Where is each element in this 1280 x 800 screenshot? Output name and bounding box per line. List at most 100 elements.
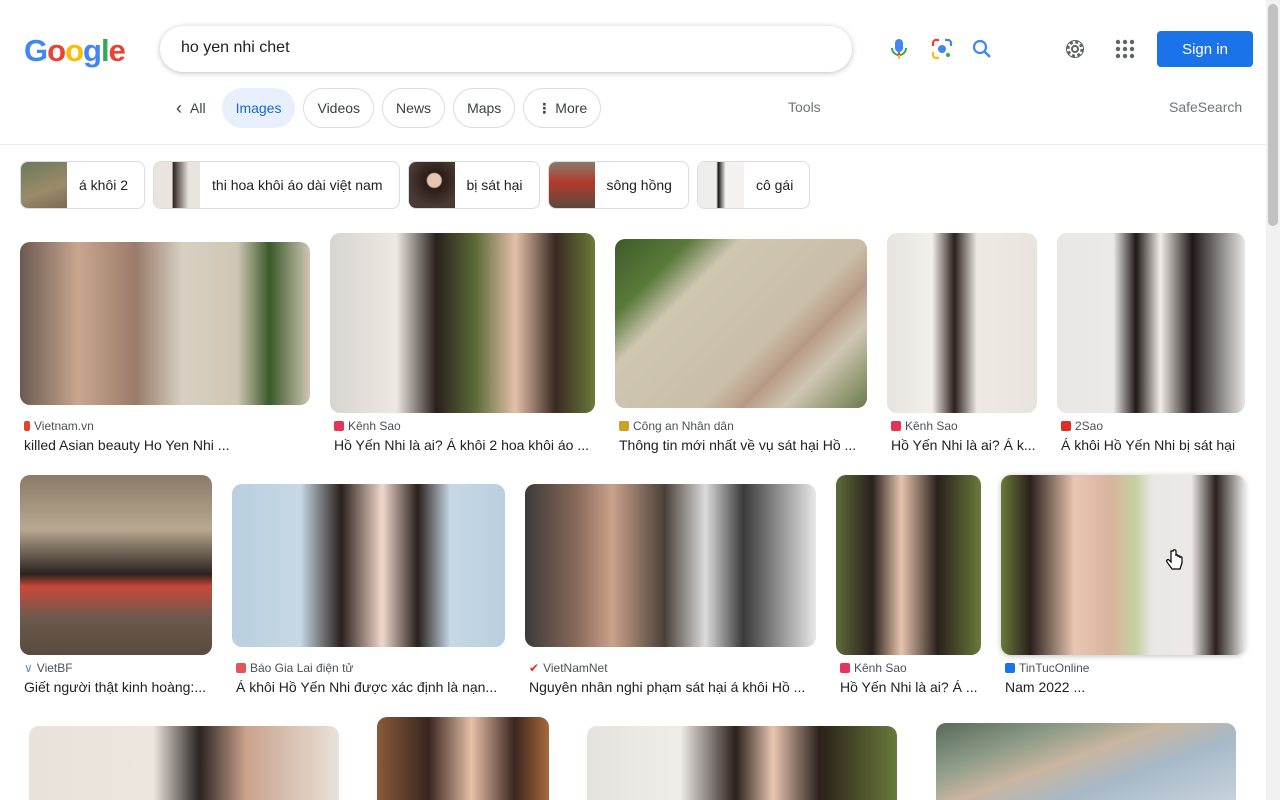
chip-label: cô gái	[755, 177, 794, 193]
apps-grid-icon[interactable]	[1113, 37, 1137, 61]
related-search-chips: á khôi 2 thi hoa khôi áo dài việt nam bị…	[20, 161, 811, 209]
logo-letter: o	[47, 33, 66, 68]
chip[interactable]: thi hoa khôi áo dài việt nam	[153, 161, 400, 209]
scrollbar-thumb[interactable]	[1268, 4, 1278, 226]
chip-thumbnail	[548, 162, 595, 208]
search-box[interactable]: ho yen nhi chet	[160, 26, 991, 72]
logo-letter: o	[65, 33, 84, 68]
chevron-left-icon: ‹	[176, 98, 182, 118]
logo-letter: g	[83, 33, 102, 68]
source-name: TinTucOnline	[1019, 661, 1090, 675]
chip-label: thi hoa khôi áo dài việt nam	[212, 177, 383, 193]
chip[interactable]: á khôi 2	[20, 161, 146, 209]
image-result[interactable]: 2Sao Á khôi Hồ Yến Nhi bị sát hại	[1057, 233, 1245, 458]
source-name: Công an Nhân dân	[633, 419, 734, 433]
result-image[interactable]	[836, 475, 981, 655]
result-title[interactable]: Á khôi Hồ Yến Nhi bị sát hại	[1061, 437, 1245, 453]
result-source: Kênh Sao	[334, 419, 401, 433]
result-title[interactable]: Hồ Yến Nhi là ai? Á khôi 2 hoa khôi áo .…	[334, 437, 595, 453]
tab-more[interactable]: ⋮ More	[523, 88, 602, 128]
image-result[interactable]: Kênh Sao Hồ Yến Nhi là ai? Á k...	[887, 233, 1037, 458]
result-image[interactable]	[377, 717, 549, 800]
result-title[interactable]: Hồ Yến Nhi là ai? Á k...	[891, 437, 1037, 453]
tab-label: Maps	[467, 100, 502, 116]
result-title[interactable]: Á khôi Hồ Yến Nhi được xác định là nạn..…	[236, 679, 505, 695]
result-source: Kênh Sao	[840, 661, 907, 675]
search-input[interactable]: ho yen nhi chet	[181, 39, 290, 57]
tab-all[interactable]: ‹ All	[168, 88, 214, 128]
search-icon[interactable]	[970, 37, 994, 61]
favicon-icon	[1005, 663, 1015, 673]
favicon-icon	[236, 663, 246, 673]
tab-news[interactable]: News	[382, 88, 446, 128]
tab-label: More	[555, 100, 588, 116]
result-image[interactable]	[20, 242, 310, 405]
source-name: Vietnam.vn	[34, 419, 94, 433]
tab-images[interactable]: Images	[221, 88, 296, 128]
image-result[interactable]: TinTucOnline Nam 2022 ...	[1001, 475, 1245, 700]
image-result[interactable]: Kênh Sao Hồ Yến Nhi là ai? Á ...	[836, 475, 981, 700]
chip[interactable]: cô gái	[696, 161, 811, 209]
google-logo[interactable]: Google	[24, 33, 126, 69]
image-result[interactable]: ✔ VietNamNet Nguyên nhân nghi phạm sát hạ…	[525, 475, 816, 700]
image-result[interactable]: Vietnam.vn killed Asian beauty Ho Yen Nh…	[20, 233, 310, 458]
image-result[interactable]: Công an Nhân dân Thông tin mới nhất về v…	[615, 233, 867, 458]
image-result[interactable]	[29, 726, 339, 800]
image-result[interactable]	[587, 726, 897, 800]
result-title[interactable]: killed Asian beauty Ho Yen Nhi ...	[24, 437, 310, 453]
safesearch-button[interactable]: SafeSearch	[1169, 99, 1242, 115]
result-title[interactable]: Thông tin mới nhất về vụ sát hại Hồ ...	[619, 437, 867, 453]
favicon-icon	[891, 421, 901, 431]
result-source: ✔ VietNamNet	[529, 661, 608, 675]
result-image[interactable]	[525, 484, 816, 647]
result-image[interactable]	[936, 723, 1236, 800]
tab-maps[interactable]: Maps	[453, 88, 516, 128]
settings-gear-icon[interactable]	[1062, 36, 1088, 62]
result-image[interactable]	[29, 726, 339, 800]
result-title[interactable]: Giết người thật kinh hoàng:...	[24, 679, 212, 695]
favicon-icon	[840, 663, 850, 673]
result-title[interactable]: Hồ Yến Nhi là ai? Á ...	[840, 679, 981, 695]
microphone-icon[interactable]	[887, 37, 911, 61]
chip[interactable]: sông hồng	[547, 161, 689, 209]
tools-button[interactable]: Tools	[788, 99, 821, 115]
result-source: TinTucOnline	[1005, 661, 1089, 675]
page-scrollbar[interactable]	[1266, 0, 1280, 800]
result-image[interactable]	[1001, 475, 1245, 655]
result-source: Công an Nhân dân	[619, 419, 734, 433]
tab-videos[interactable]: Videos	[303, 88, 375, 128]
chip-label: á khôi 2	[79, 177, 129, 193]
result-title[interactable]: Nam 2022 ...	[1005, 679, 1245, 695]
chip-label: sông hồng	[606, 177, 672, 193]
tab-label: All	[190, 100, 206, 116]
favicon-icon	[24, 421, 30, 431]
image-result[interactable]	[377, 717, 549, 800]
result-source: ∨ VietBF	[24, 661, 73, 675]
result-image[interactable]	[587, 726, 897, 800]
result-source: Báo Gia Lai điện tử	[236, 661, 353, 675]
result-source: 2Sao	[1061, 419, 1103, 433]
chip-thumbnail	[697, 162, 744, 208]
chip[interactable]: bị sát hại	[407, 161, 540, 209]
result-image[interactable]	[330, 233, 595, 413]
image-result[interactable]	[936, 723, 1236, 800]
image-result[interactable]: ∨ VietBF Giết người thật kinh hoàng:...	[20, 475, 212, 700]
image-result[interactable]: Kênh Sao Hồ Yến Nhi là ai? Á khôi 2 hoa …	[330, 233, 595, 458]
result-image[interactable]	[20, 475, 212, 655]
chip-thumbnail	[154, 162, 201, 208]
google-lens-icon[interactable]	[930, 37, 954, 61]
sign-in-button[interactable]: Sign in	[1157, 31, 1253, 67]
result-image[interactable]	[1057, 233, 1245, 413]
favicon-icon	[334, 421, 344, 431]
source-name: VietNamNet	[543, 661, 608, 675]
tab-label: Videos	[317, 100, 361, 116]
image-result[interactable]: Báo Gia Lai điện tử Á khôi Hồ Yến Nhi đư…	[232, 475, 505, 700]
result-image[interactable]	[887, 233, 1037, 413]
result-source: Vietnam.vn	[24, 419, 94, 433]
result-image[interactable]	[615, 239, 867, 408]
source-name: Kênh Sao	[905, 419, 958, 433]
logo-letter: G	[24, 33, 48, 68]
result-title[interactable]: Nguyên nhân nghi phạm sát hại á khôi Hồ …	[529, 679, 816, 695]
result-image[interactable]	[232, 484, 505, 647]
result-source: Kênh Sao	[891, 419, 958, 433]
